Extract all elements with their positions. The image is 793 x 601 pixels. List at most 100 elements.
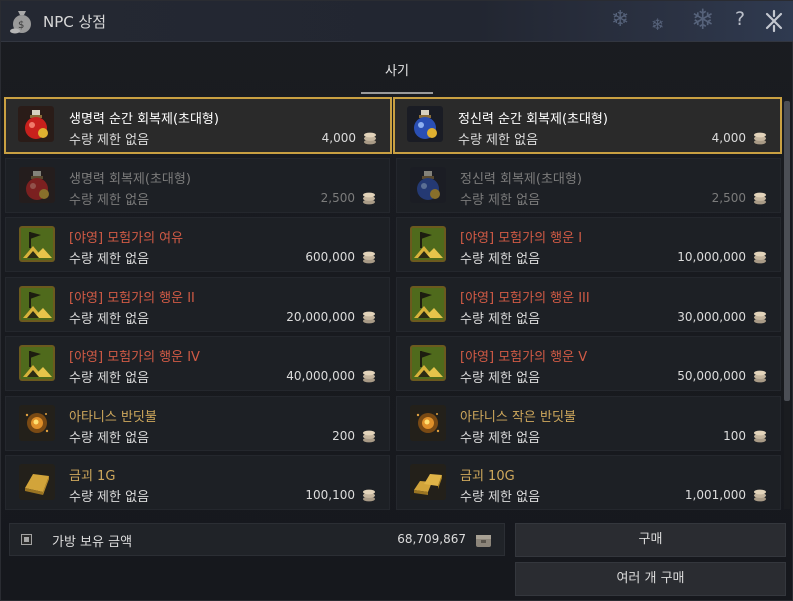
- silver-coin-icon: [362, 428, 376, 442]
- help-button[interactable]: ?: [729, 8, 751, 34]
- shop-item[interactable]: 아타니스 작은 반딧불수량 제한 없음 100: [396, 395, 781, 451]
- camp-flag-icon: [19, 285, 55, 322]
- item-name: 금괴 10G: [460, 469, 515, 484]
- silver-coin-icon: [362, 487, 376, 502]
- shop-item[interactable]: 정신력 순간 회복제(초대형) 수량 제한 없음 4,000: [393, 97, 782, 154]
- item-quantity-limit: 수량 제한 없음: [460, 192, 541, 208]
- camp-flag-icon: [19, 345, 55, 381]
- silver-coin-icon: [753, 428, 767, 442]
- item-name: 정신력 회복제(초대형): [460, 171, 582, 187]
- item-quantity-limit: 수량 제한 없음: [460, 311, 541, 327]
- tab-buy[interactable]: 사기: [361, 58, 433, 94]
- silver-coin-icon: [753, 130, 767, 145]
- silver-coin-icon: [362, 309, 376, 323]
- camp-flag-icon: [410, 226, 446, 262]
- item-name: 아타니스 작은 반딧불: [460, 409, 576, 425]
- silver-coin-icon: [362, 190, 376, 204]
- item-quantity-limit: 수량 제한 없음: [69, 133, 150, 148]
- item-quantity-limit: 수량 제한 없음: [458, 133, 539, 148]
- item-name: 금괴 1G: [69, 469, 116, 484]
- item-price: 2,500: [711, 190, 746, 205]
- item-name: [야영] 모험가의 행운 II: [69, 290, 195, 306]
- buy-button[interactable]: 구매: [515, 523, 786, 557]
- item-quantity-limit: 수량 제한 없음: [69, 252, 150, 267]
- item-name: 정신력 순간 회복제(초대형): [458, 112, 608, 127]
- wallet-toggle-checkbox[interactable]: [21, 534, 32, 545]
- snowflake-decoration-icon: ❄: [611, 7, 630, 32]
- shop-item[interactable]: [야영] 모험가의 행운 V 수량 제한 없음 50,000,000: [396, 336, 781, 391]
- item-price: 10,000,000: [677, 250, 746, 264]
- snowflake-decoration-icon: ❄: [651, 15, 665, 34]
- item-quantity-limit: 수량 제한 없음: [69, 490, 150, 505]
- item-price: 2,500: [320, 190, 355, 205]
- camp-flag-icon: [410, 285, 446, 322]
- wallet-label: 가방 보유 금액: [52, 535, 133, 550]
- item-name: [야영] 모험가의 여유: [69, 231, 184, 246]
- item-price: 50,000,000: [677, 369, 746, 383]
- shop-item[interactable]: 금괴 10G 수량 제한 없음 1,001,000: [396, 455, 781, 510]
- item-price: 100,100: [305, 488, 355, 502]
- item-quantity-limit: 수량 제한 없음: [460, 430, 541, 446]
- item-price: 200: [332, 428, 355, 443]
- close-icon[interactable]: [761, 7, 787, 35]
- gold-bars-icon: [410, 464, 446, 500]
- item-quantity-limit: 수량 제한 없음: [69, 192, 150, 208]
- shop-item[interactable]: [야영] 모험가의 행운 IV 수량 제한 없음 40,000,000: [5, 336, 390, 391]
- firefly-icon: [19, 404, 55, 441]
- item-price: 1,001,000: [684, 488, 746, 502]
- firefly-icon: [410, 404, 446, 441]
- item-name: 생명력 회복제(초대형): [69, 171, 191, 187]
- gold-bar-icon: [19, 464, 55, 500]
- shop-item[interactable]: 아타니스 반딧불수량 제한 없음 200: [5, 395, 390, 451]
- shop-item[interactable]: 정신력 회복제(초대형) 수량 제한 없음 2,500: [396, 157, 781, 213]
- snowflake-decoration-icon: ❄: [691, 3, 715, 36]
- shop-item[interactable]: 금괴 1G 수량 제한 없음 100,100: [5, 455, 390, 510]
- wallet-amount: 68,709,867: [397, 532, 466, 546]
- silver-coin-icon: [753, 309, 767, 323]
- bag-icon: [476, 535, 491, 547]
- shop-item[interactable]: [야영] 모험가의 행운 III 수량 제한 없음 30,000,000: [396, 276, 781, 332]
- item-price: 20,000,000: [286, 309, 355, 324]
- item-quantity-limit: 수량 제한 없음: [460, 490, 541, 505]
- silver-coin-icon: [363, 130, 377, 145]
- item-quantity-limit: 수량 제한 없음: [460, 252, 541, 267]
- silver-coin-icon: [753, 190, 767, 204]
- blue-potion-icon: [410, 166, 446, 203]
- red-potion-icon: [19, 166, 55, 203]
- item-price: 600,000: [305, 250, 355, 264]
- item-quantity-limit: 수량 제한 없음: [69, 371, 150, 386]
- scrollbar[interactable]: [784, 99, 790, 509]
- silver-coin-icon: [753, 487, 767, 502]
- silver-coin-icon: [753, 249, 767, 264]
- shop-item[interactable]: 생명력 회복제(초대형) 수량 제한 없음 2,500: [5, 157, 390, 213]
- blue-potion-icon: [407, 106, 443, 142]
- svg-text:$: $: [18, 20, 24, 31]
- shop-item[interactable]: [야영] 모험가의 행운 II 수량 제한 없음 20,000,000: [5, 276, 390, 332]
- camp-flag-icon: [410, 345, 446, 381]
- shop-item[interactable]: [야영] 모험가의 여유수량 제한 없음 600,000: [5, 217, 390, 272]
- item-price: 40,000,000: [286, 369, 355, 383]
- tab-buy-label: 사기: [385, 64, 409, 79]
- item-name: [야영] 모험가의 행운 III: [460, 290, 590, 306]
- active-tab-indicator: [361, 92, 433, 94]
- camp-flag-icon: [19, 226, 55, 262]
- item-quantity-limit: 수량 제한 없음: [69, 430, 150, 446]
- silver-coin-icon: [753, 368, 767, 383]
- item-price: 100: [723, 428, 746, 443]
- item-name: 생명력 순간 회복제(초대형): [69, 112, 219, 127]
- shop-item[interactable]: 생명력 순간 회복제(초대형) 수량 제한 없음 4,000: [4, 97, 392, 154]
- title-bar[interactable]: $ NPC 상점 ❄ ❄ ❄ ?: [1, 1, 793, 42]
- item-price: 30,000,000: [677, 309, 746, 324]
- silver-coin-icon: [362, 368, 376, 383]
- buy-multiple-button[interactable]: 여러 개 구매: [515, 562, 786, 596]
- silver-coin-icon: [362, 249, 376, 264]
- shop-item-list: 생명력 순간 회복제(초대형) 수량 제한 없음 4,000 정신력 순간 회복제(초…: [4, 97, 782, 512]
- item-quantity-limit: 수량 제한 없음: [69, 311, 150, 327]
- shop-item[interactable]: [야영] 모험가의 행운 I 수량 제한 없음 10,000,000: [396, 217, 781, 272]
- item-name: [야영] 모험가의 행운 IV: [69, 350, 200, 365]
- red-potion-icon: [18, 106, 54, 142]
- item-name: 아타니스 반딧불: [69, 409, 157, 425]
- wallet-balance-bar: 가방 보유 금액 68,709,867: [9, 523, 505, 556]
- scrollbar-thumb[interactable]: [784, 101, 790, 401]
- item-quantity-limit: 수량 제한 없음: [460, 371, 541, 386]
